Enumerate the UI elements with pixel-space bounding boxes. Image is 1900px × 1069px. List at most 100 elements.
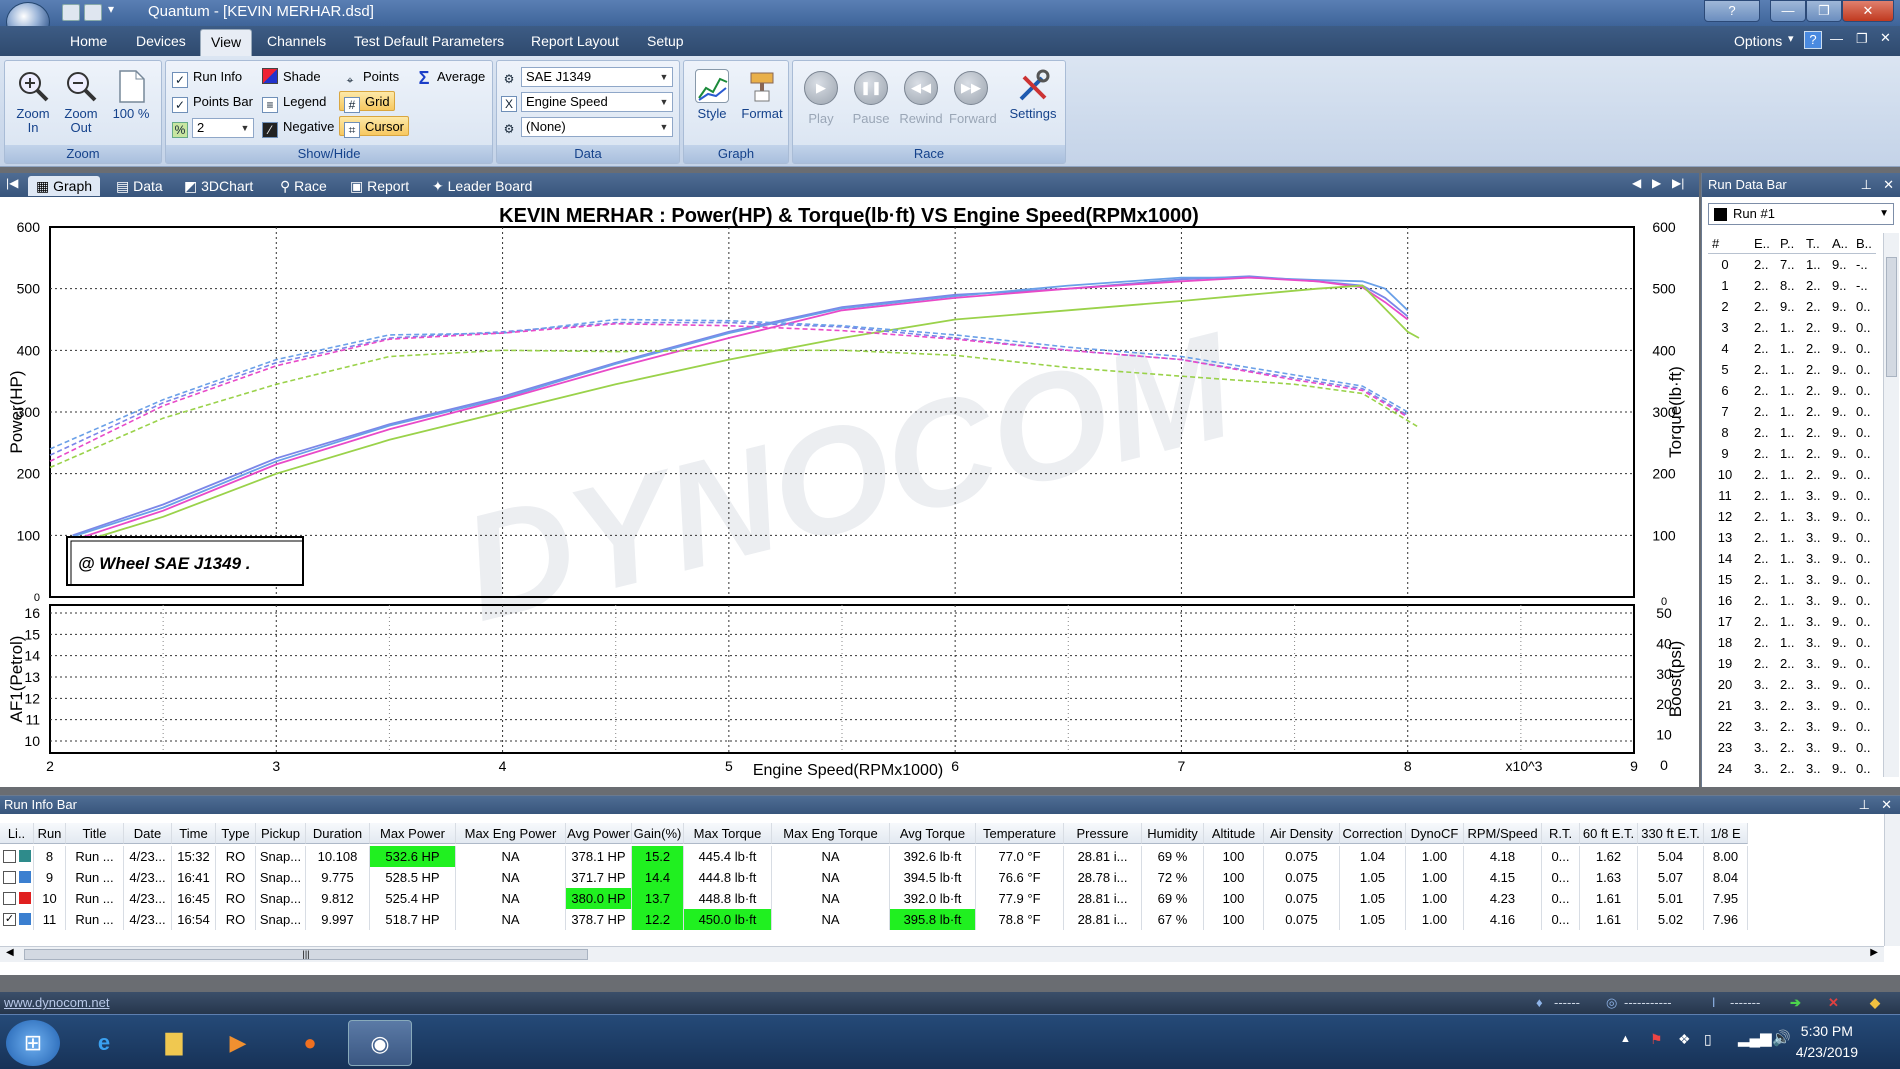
- tray-flag-icon[interactable]: ⚑: [1650, 1031, 1663, 1048]
- options-chevron-icon[interactable]: ▾: [1788, 32, 1794, 45]
- column-header[interactable]: Pickup: [256, 823, 306, 844]
- forward-button[interactable]: ▶▶ Forward: [949, 71, 997, 126]
- run-data-row[interactable]: 14 2.. 1.. 3.. 9.. 0..: [1708, 548, 1876, 569]
- zoom-in-button[interactable]: Zoom In: [11, 69, 55, 135]
- column-header[interactable]: Type: [216, 823, 256, 844]
- run-data-row[interactable]: 1 2.. 8.. 2.. 9.. -..: [1708, 275, 1876, 296]
- points-bar-checkbox[interactable]: ✓ Points Bar: [172, 92, 253, 113]
- column-header[interactable]: Max Torque: [684, 823, 772, 844]
- run-data-row[interactable]: 20 3.. 2.. 3.. 9.. 0..: [1708, 674, 1876, 695]
- column-header[interactable]: Humidity: [1142, 823, 1204, 844]
- run-data-row[interactable]: 10 2.. 1.. 2.. 9.. 0..: [1708, 464, 1876, 485]
- run-visible-checkbox[interactable]: [3, 871, 16, 884]
- column-header[interactable]: RPM/Speed: [1464, 823, 1542, 844]
- tab-channels[interactable]: Channels: [267, 33, 326, 49]
- status-disconnect-icon[interactable]: ✕: [1828, 992, 1839, 1014]
- close-panel-icon[interactable]: ✕: [1883, 173, 1894, 197]
- pin-icon[interactable]: ⊥: [1861, 173, 1872, 197]
- column-header[interactable]: Avg Power: [566, 823, 632, 844]
- points-button[interactable]: ⌖ Points: [342, 67, 400, 87]
- correction-standard-select[interactable]: SAE J1349 ▼: [521, 67, 673, 87]
- mdi-minimize-icon[interactable]: —: [1830, 31, 1843, 46]
- cursor-button[interactable]: ⌗ Cursor: [339, 116, 410, 138]
- run-select[interactable]: Run #1 ▼: [1708, 203, 1894, 225]
- column-header[interactable]: 1/8 E: [1704, 823, 1748, 844]
- column-header[interactable]: Max Eng Torque: [772, 823, 890, 844]
- close-panel-icon[interactable]: ✕: [1881, 796, 1892, 814]
- mdi-restore-icon[interactable]: ❐: [1856, 31, 1868, 47]
- run-data-row[interactable]: 5 2.. 1.. 2.. 9.. 0..: [1708, 359, 1876, 380]
- file-explorer-icon[interactable]: ▇: [146, 1020, 202, 1066]
- negative-button[interactable]: ⁄ Negative: [262, 117, 334, 138]
- column-header[interactable]: Title: [66, 823, 124, 844]
- scroll-thumb[interactable]: [1886, 257, 1897, 377]
- tab-report[interactable]: ▣ Report: [342, 176, 417, 196]
- run-data-row[interactable]: 13 2.. 1.. 3.. 9.. 0..: [1708, 527, 1876, 548]
- close-button[interactable]: ✕: [1842, 0, 1894, 22]
- column-header[interactable]: Li..: [0, 823, 34, 844]
- tab-report-layout[interactable]: Report Layout: [531, 33, 619, 49]
- status-connect-icon[interactable]: ➔: [1790, 992, 1801, 1014]
- column-header[interactable]: Run: [34, 823, 66, 844]
- legend-button[interactable]: ≡ Legend: [262, 92, 326, 113]
- taskbar-clock[interactable]: 5:30 PM 4/23/2019: [1796, 1021, 1858, 1063]
- quick-access-save-icon[interactable]: [62, 4, 80, 21]
- zoom-out-button[interactable]: Zoom Out: [59, 69, 103, 135]
- tab-test-default-parameters[interactable]: Test Default Parameters: [354, 33, 504, 49]
- run-data-row[interactable]: 21 3.. 2.. 3.. 9.. 0..: [1708, 695, 1876, 716]
- run-data-row[interactable]: 18 2.. 1.. 3.. 9.. 0..: [1708, 632, 1876, 653]
- column-header[interactable]: Max Power: [370, 823, 456, 844]
- tab-home[interactable]: Home: [70, 33, 107, 49]
- column-header[interactable]: Avg Torque: [890, 823, 976, 844]
- column-header[interactable]: Air Density: [1264, 823, 1340, 844]
- run-data-row[interactable]: 2 2.. 9.. 2.. 9.. 0..: [1708, 296, 1876, 317]
- average-button[interactable]: Σ Average: [416, 67, 486, 87]
- column-header[interactable]: Temperature: [976, 823, 1064, 844]
- tray-signal-icon[interactable]: ▂▄▆: [1738, 1029, 1772, 1047]
- play-button[interactable]: ▶ Play: [799, 71, 843, 126]
- zoom-100-button[interactable]: 100 %: [109, 69, 153, 121]
- media-player-icon[interactable]: ▶: [210, 1020, 266, 1066]
- pause-button[interactable]: ❚❚ Pause: [849, 71, 893, 126]
- help-icon[interactable]: ?: [1804, 31, 1822, 49]
- run-data-scrollbar[interactable]: [1883, 233, 1899, 777]
- run-info-row[interactable]: 10 Run ... 4/23... 16:45 RO Snap... 9.812 525.4…: [0, 888, 1884, 909]
- settings-button[interactable]: Settings: [1005, 69, 1061, 121]
- column-header[interactable]: 330 ft E.T.: [1638, 823, 1704, 844]
- pin-icon[interactable]: ⊥: [1859, 796, 1870, 814]
- column-header[interactable]: Pressure: [1064, 823, 1142, 844]
- run-data-row[interactable]: 4 2.. 1.. 2.. 9.. 0..: [1708, 338, 1876, 359]
- run-info-row[interactable]: 9 Run ... 4/23... 16:41 RO Snap... 9.775 528.5 …: [0, 867, 1884, 888]
- graph-area[interactable]: KEVIN MERHAR : Power(HP) & Torque(lb·ft)…: [0, 197, 1699, 787]
- tab-data[interactable]: ▤ Data: [108, 176, 171, 196]
- run-data-row[interactable]: 17 2.. 1.. 3.. 9.. 0..: [1708, 611, 1876, 632]
- style-button[interactable]: Style: [688, 69, 736, 121]
- tray-device-icon[interactable]: ▯: [1704, 1031, 1712, 1048]
- run-data-row[interactable]: 16 2.. 1.. 3.. 9.. 0..: [1708, 590, 1876, 611]
- column-header[interactable]: Altitude: [1204, 823, 1264, 844]
- extra-channel-select[interactable]: (None) ▼: [521, 117, 673, 137]
- mdi-close-icon[interactable]: ✕: [1880, 30, 1891, 46]
- run-data-row[interactable]: 15 2.. 1.. 3.. 9.. 0..: [1708, 569, 1876, 590]
- run-visible-checkbox[interactable]: [3, 892, 16, 905]
- tray-expand-icon[interactable]: ▲: [1620, 1033, 1631, 1045]
- run-data-row[interactable]: 23 3.. 2.. 3.. 9.. 0..: [1708, 737, 1876, 758]
- tab-setup[interactable]: Setup: [647, 33, 684, 49]
- format-button[interactable]: Format: [738, 69, 786, 121]
- horizontal-scrollbar[interactable]: ◀ ||| ▶: [0, 946, 1884, 962]
- dynocom-link[interactable]: www.dynocom.net: [4, 992, 110, 1014]
- internet-explorer-icon[interactable]: e: [76, 1020, 132, 1066]
- column-header[interactable]: DynoCF: [1406, 823, 1464, 844]
- first-tab-icon[interactable]: |◀: [6, 176, 18, 190]
- options-menu[interactable]: Options: [1734, 33, 1782, 49]
- shade-button[interactable]: Shade: [262, 67, 321, 87]
- annotation-box[interactable]: @ Wheel SAE J1349 .: [66, 536, 304, 586]
- column-header[interactable]: Correction: [1340, 823, 1406, 844]
- run-data-row[interactable]: 3 2.. 1.. 2.. 9.. 0..: [1708, 317, 1876, 338]
- run-data-row[interactable]: 9 2.. 1.. 2.. 9.. 0..: [1708, 443, 1876, 464]
- column-header[interactable]: R.T.: [1542, 823, 1580, 844]
- last-tab-icon[interactable]: ▶|: [1672, 176, 1684, 190]
- quick-access-dropdown-icon[interactable]: ▾: [108, 2, 114, 16]
- maximize-button[interactable]: ❐: [1806, 0, 1842, 22]
- column-header[interactable]: Gain(%): [632, 823, 684, 844]
